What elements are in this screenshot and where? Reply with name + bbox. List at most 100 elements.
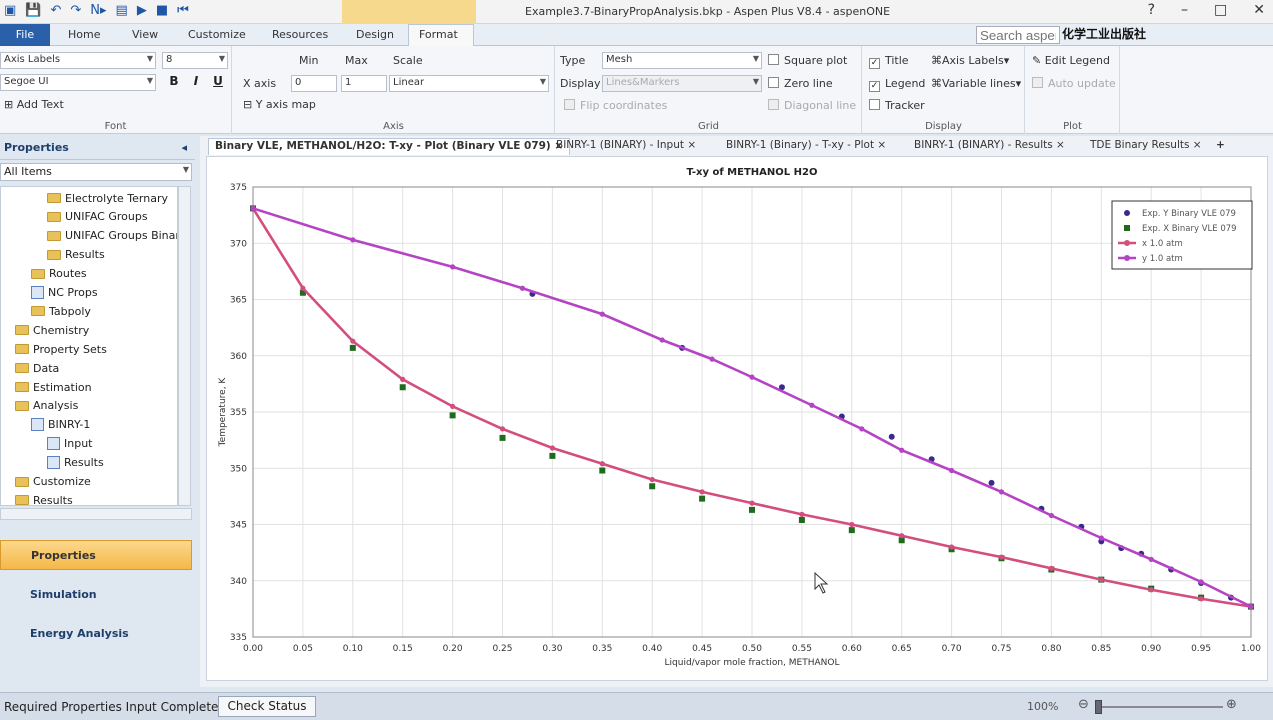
font-family-select[interactable]: Segoe UI ▼	[0, 74, 156, 91]
folder-icon	[15, 363, 29, 374]
folder-icon	[15, 382, 29, 392]
zoom-in-icon[interactable]: ⊕	[1226, 697, 1237, 712]
nav-energy-analysis-label: Energy Analysis	[30, 627, 129, 640]
tree-item[interactable]: Customize	[15, 473, 91, 491]
flip-coordinates-checkbox[interactable]: Flip coordinates	[564, 99, 667, 112]
grid-type-value: Mesh	[606, 54, 633, 65]
tab-view[interactable]: View	[132, 28, 158, 41]
doc-tab-label: BINRY-1 (Binary) - T-xy - Plot	[726, 139, 875, 151]
close-icon[interactable]: ✕	[1253, 2, 1265, 18]
stop-icon[interactable]: ■	[156, 3, 168, 18]
run-icon[interactable]: ▶	[137, 3, 147, 18]
tree-item[interactable]: Input	[47, 435, 92, 453]
redo-icon[interactable]: ↷	[70, 3, 81, 18]
variable-lines-button[interactable]: ⌘Variable lines▾	[931, 77, 1021, 90]
tab-resources[interactable]: Resources	[272, 28, 328, 41]
zero-line-checkbox[interactable]: Zero line	[768, 77, 833, 90]
auto-update-checkbox[interactable]: Auto update	[1032, 77, 1116, 90]
square-plot-checkbox[interactable]: Square plot	[768, 54, 847, 67]
tab-format[interactable]: Format	[408, 24, 474, 47]
edit-legend-button[interactable]: ✎ Edit Legend	[1032, 54, 1110, 67]
data-point-exp-x	[798, 517, 805, 523]
bold-button[interactable]: B	[166, 74, 182, 90]
maximize-icon[interactable]: □	[1214, 2, 1227, 18]
save-icon[interactable]: 💾	[25, 3, 41, 18]
tree-item[interactable]: Data	[15, 359, 59, 377]
x-scale-select[interactable]: Linear ▼	[389, 75, 549, 92]
minimize-icon[interactable]: –	[1181, 2, 1188, 18]
series-point-2	[350, 338, 356, 344]
tree-item[interactable]: UNIFAC Groups	[47, 208, 148, 226]
collapse-icon[interactable]: ◂	[181, 141, 187, 154]
flip-coordinates-label: Flip coordinates	[580, 99, 668, 112]
series-point-3	[998, 489, 1005, 495]
tree-item[interactable]: Electrolyte Ternary	[47, 189, 168, 207]
font-size-select[interactable]: 8 ▼	[162, 52, 228, 69]
tab-home[interactable]: Home	[68, 28, 100, 41]
title-checkbox[interactable]: ✓ Title	[869, 54, 909, 69]
y-tick-label: 350	[230, 464, 247, 474]
axis-labels-button[interactable]: ⌘Axis Labels▾	[931, 54, 1009, 67]
tree-item[interactable]: NC Props	[31, 284, 98, 302]
check-status-button[interactable]: Check Status	[218, 696, 316, 717]
add-text-icon: ⊞	[4, 98, 17, 111]
file-tab[interactable]: File	[0, 24, 50, 46]
variable-lines-label: Variable lines	[942, 77, 1016, 90]
x-min-input[interactable]: 0	[291, 75, 337, 92]
tab-design[interactable]: Design	[356, 28, 394, 41]
grid-type-select[interactable]: Mesh ▼	[602, 52, 762, 69]
reset-icon[interactable]: ⏮	[177, 3, 189, 18]
tree-item[interactable]: Results	[47, 454, 104, 472]
x-max-input[interactable]: 1	[341, 75, 387, 92]
tree-item[interactable]: BINRY-1	[31, 416, 90, 434]
undo-icon[interactable]: ↶	[50, 3, 61, 18]
doc-tab-binry-input[interactable]: BINRY-1 (BINARY) - Input ×	[550, 138, 702, 155]
tree-vertical-scrollbar[interactable]	[178, 186, 191, 506]
next-icon[interactable]: N▸	[90, 3, 106, 18]
display-group: ✓ Title ✓ Legend Tracker ⌘Axis Labels▾ ⌘Va…	[863, 46, 1025, 134]
nav-simulation-button[interactable]: Simulation	[0, 580, 192, 610]
tree-item[interactable]: Property Sets	[15, 340, 107, 358]
tree-item[interactable]: Estimation	[15, 378, 92, 396]
add-tab-icon[interactable]: +	[1210, 138, 1231, 155]
zoom-slider[interactable]	[1095, 706, 1223, 708]
help-icon[interactable]: ?	[1148, 2, 1155, 18]
text-style-select[interactable]: Axis Labels ▼	[0, 52, 156, 69]
search-input[interactable]	[976, 26, 1060, 44]
zoom-out-icon[interactable]: ⊖	[1078, 697, 1089, 712]
doc-tab-tde-results[interactable]: TDE Binary Results ×	[1084, 138, 1208, 155]
nav-properties-button[interactable]: Properties	[0, 540, 192, 570]
tree-item[interactable]: Results	[15, 491, 73, 505]
diagonal-line-checkbox[interactable]: Diagonal line	[768, 99, 856, 112]
zoom-slider-handle[interactable]	[1095, 700, 1102, 714]
legend-checkbox[interactable]: ✓ Legend	[869, 77, 925, 92]
x-tick-label: 0.15	[393, 644, 413, 654]
tree-item[interactable]: Tabpoly	[31, 302, 91, 320]
doc-tab-binry-results[interactable]: BINRY-1 (BINARY) - Results ×	[908, 138, 1071, 155]
grid-display-select[interactable]: Lines&Markers ▼	[602, 75, 762, 92]
chart-title: T-xy of METHANOL H2O	[687, 167, 818, 178]
data-point-exp-x	[699, 495, 706, 502]
tree-item[interactable]: Results	[47, 246, 105, 264]
doc-tab-binry-plot[interactable]: BINRY-1 (Binary) - T-xy - Plot ×	[720, 138, 892, 155]
filter-select[interactable]: All Items ▼	[0, 163, 192, 181]
tree-horizontal-scrollbar[interactable]	[0, 508, 192, 520]
tracker-checkbox[interactable]: Tracker	[869, 99, 925, 112]
nav-energy-analysis-button[interactable]: Energy Analysis	[0, 619, 192, 649]
underline-button[interactable]: U	[210, 74, 226, 90]
legend-entry: Exp. Y Binary VLE 079	[1142, 209, 1236, 219]
doc-tab-tx-plot-active[interactable]: Binary VLE, METHANOL/H2O: T-xy - Plot (B…	[208, 138, 571, 155]
control-panel-icon[interactable]: ▤	[116, 3, 128, 18]
x-tick-label: 0.00	[243, 644, 263, 654]
tree-item[interactable]: Routes	[31, 265, 87, 283]
tree-item[interactable]: Analysis	[15, 397, 78, 415]
italic-button[interactable]: I	[188, 74, 204, 90]
status-message: Required Properties Input Complete	[4, 700, 219, 714]
tab-customize[interactable]: Customize	[188, 28, 246, 41]
add-text-button[interactable]: ⊞ Add Text	[4, 98, 64, 111]
tree-item[interactable]: UNIFAC Groups Binary	[47, 227, 177, 245]
y-axis-map-button[interactable]: ⊟ Y axis map	[243, 98, 316, 111]
x-axis-label: X axis	[243, 77, 277, 90]
navigation-pane: Properties ◂ All Items ▼ Electrolyte Terna…	[0, 136, 195, 687]
tree-item[interactable]: Chemistry	[15, 321, 89, 339]
